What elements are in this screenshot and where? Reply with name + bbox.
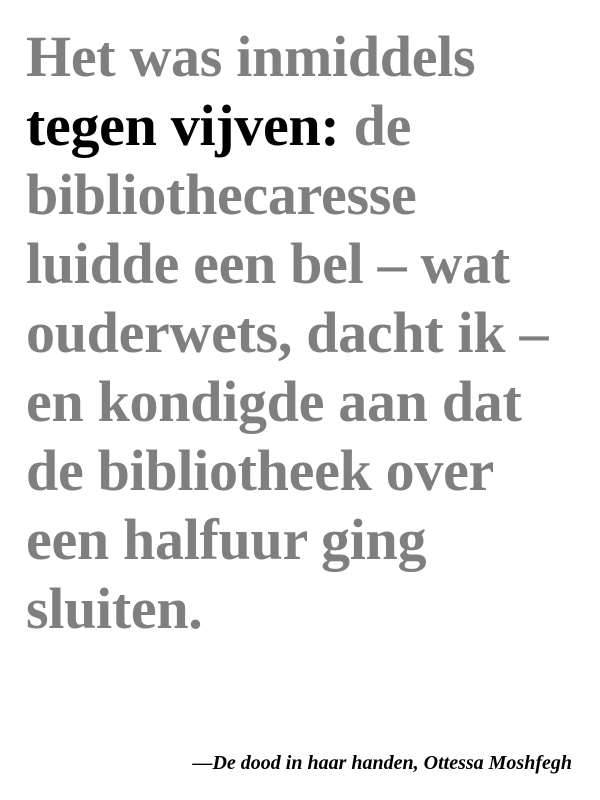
quote-rest: de bibliothecaresse luidde een bel – wat… bbox=[26, 93, 549, 641]
quote-lead: Het was inmiddels bbox=[26, 24, 476, 89]
quote-attribution: —De dood in haar handen, Ottessa Moshfeg… bbox=[192, 752, 572, 774]
quote-page: Het was inmiddels tegen vijven: de bibli… bbox=[0, 0, 600, 800]
quote-text: Het was inmiddels tegen vijven: de bibli… bbox=[26, 22, 578, 643]
quote-emphasis: tegen vijven: bbox=[26, 93, 340, 158]
